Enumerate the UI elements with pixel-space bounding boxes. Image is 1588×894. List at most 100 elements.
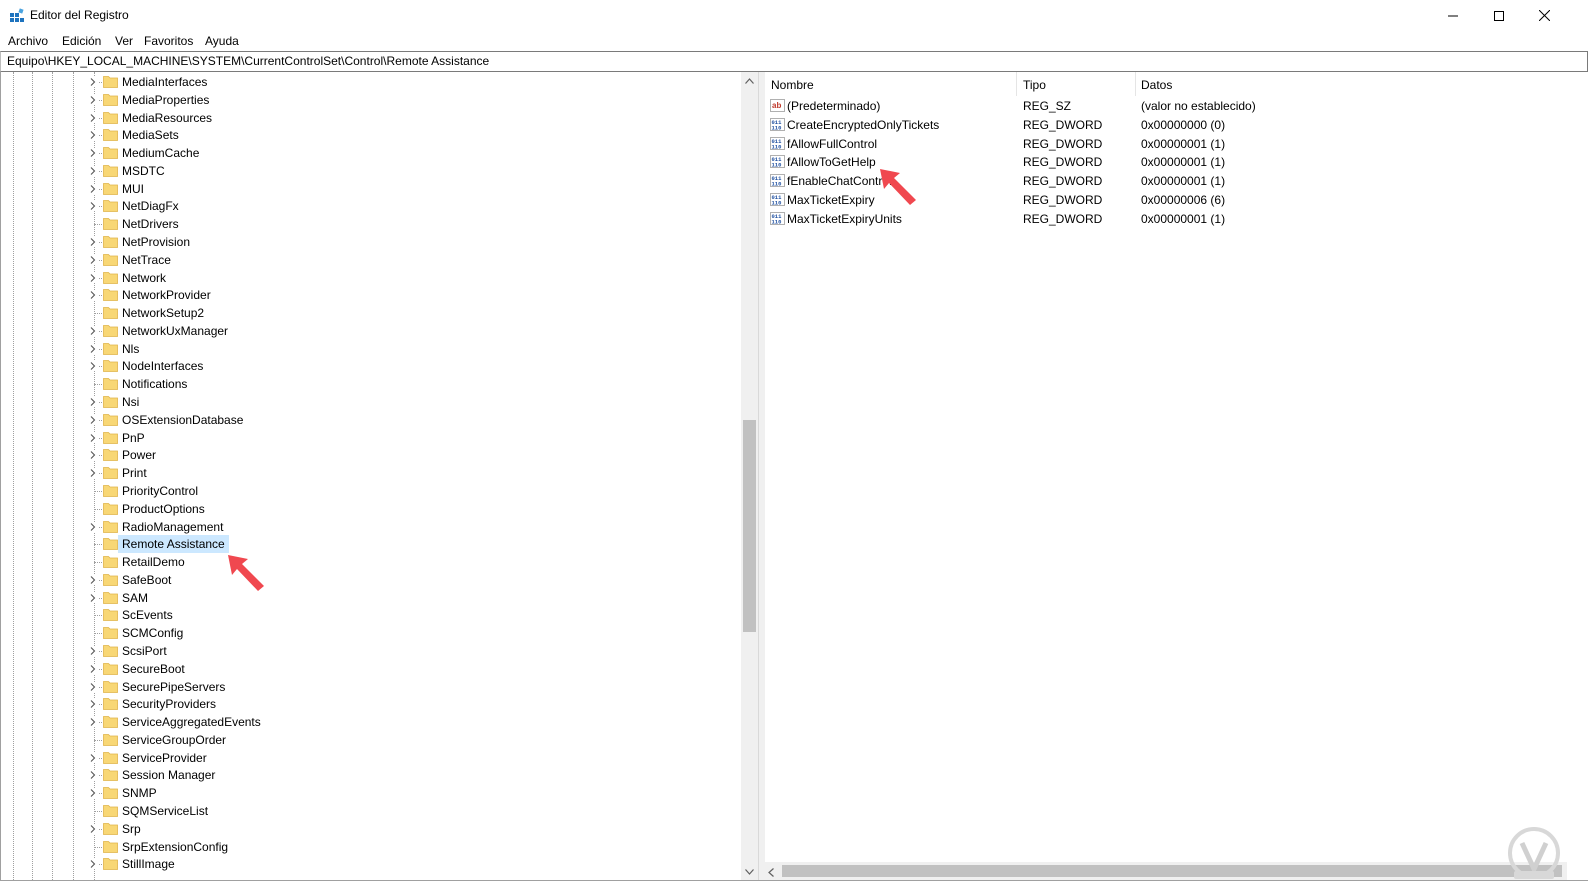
tree-item[interactable]: MediaSets [1, 126, 742, 144]
chevron-right-icon[interactable] [88, 165, 98, 176]
tree-item[interactable]: NetworkSetup2 [1, 304, 742, 322]
chevron-right-icon[interactable] [88, 468, 98, 479]
tree-item[interactable]: OSExtensionDatabase [1, 411, 742, 429]
column-header-type[interactable]: Tipo [1023, 78, 1046, 92]
menu-ayuda[interactable]: Ayuda [205, 34, 239, 48]
close-button[interactable] [1521, 0, 1567, 31]
chevron-right-icon[interactable] [88, 183, 98, 194]
chevron-right-icon[interactable] [88, 681, 98, 692]
tree-item[interactable]: SecureBoot [1, 660, 742, 678]
tree-item[interactable]: SNMP [1, 784, 742, 802]
chevron-right-icon[interactable] [88, 325, 98, 336]
tree-item[interactable]: SecurePipeServers [1, 678, 742, 696]
chevron-right-icon[interactable] [88, 770, 98, 781]
tree-item[interactable]: SQMServiceList [1, 802, 742, 820]
tree-item[interactable]: MediaProperties [1, 91, 742, 109]
chevron-right-icon[interactable] [88, 645, 98, 656]
tree-item[interactable]: ServiceGroupOrder [1, 731, 742, 749]
tree-item[interactable]: Power [1, 446, 742, 464]
tree-item[interactable]: ServiceProvider [1, 749, 742, 767]
menu-ver[interactable]: Ver [115, 34, 133, 48]
tree-item[interactable]: MSDTC [1, 162, 742, 180]
scroll-down-button[interactable] [741, 863, 758, 880]
chevron-right-icon[interactable] [88, 343, 98, 354]
chevron-right-icon[interactable] [88, 397, 98, 408]
scroll-left-button[interactable] [768, 866, 774, 880]
tree-item[interactable]: PriorityControl [1, 482, 742, 500]
tree-item[interactable]: MediaInterfaces [1, 73, 742, 91]
tree-item[interactable]: ScsiPort [1, 642, 742, 660]
tree-item[interactable]: Nls [1, 340, 742, 358]
tree-item[interactable]: RetailDemo [1, 553, 742, 571]
tree-vertical-scrollbar[interactable] [741, 72, 758, 880]
tree-item[interactable]: ProductOptions [1, 500, 742, 518]
tree-item[interactable]: Print [1, 464, 742, 482]
tree-item[interactable]: Notifications [1, 375, 742, 393]
chevron-right-icon[interactable] [88, 272, 98, 283]
tree-item[interactable]: NetworkUxManager [1, 322, 742, 340]
address-path[interactable]: Equipo\HKEY_LOCAL_MACHINE\SYSTEM\Current… [7, 54, 489, 68]
tree-item[interactable]: NetDiagFx [1, 197, 742, 215]
tree-item[interactable]: Remote Assistance [1, 535, 742, 554]
column-divider[interactable] [1135, 72, 1136, 96]
column-divider[interactable] [1016, 72, 1017, 96]
chevron-right-icon[interactable] [88, 237, 98, 248]
tree-item[interactable]: ServiceAggregatedEvents [1, 713, 742, 731]
chevron-right-icon[interactable] [88, 699, 98, 710]
tree-item[interactable]: Nsi [1, 393, 742, 411]
scroll-thumb[interactable] [743, 420, 756, 632]
tree-item[interactable]: NodeInterfaces [1, 357, 742, 375]
chevron-right-icon[interactable] [88, 77, 98, 87]
value-row[interactable]: 011 110 fAllowFullControl REG_DWORD 0x000000… [765, 135, 1567, 154]
chevron-right-icon[interactable] [88, 361, 98, 372]
chevron-right-icon[interactable] [88, 414, 98, 425]
scroll-thumb[interactable] [782, 865, 1562, 877]
chevron-right-icon[interactable] [88, 450, 98, 461]
value-row[interactable]: 011 110 CreateEncryptedOnlyTickets REG_DWOR… [765, 116, 1567, 135]
tree-item[interactable]: MediumCache [1, 144, 742, 162]
column-header-name[interactable]: Nombre [771, 78, 814, 92]
tree-item[interactable]: NetTrace [1, 251, 742, 269]
address-bar[interactable]: Equipo\HKEY_LOCAL_MACHINE\SYSTEM\Current… [0, 51, 1588, 72]
menu-edicion[interactable]: Edición [62, 34, 101, 48]
tree-item[interactable]: Network [1, 269, 742, 287]
tree-item[interactable]: SafeBoot [1, 571, 742, 589]
chevron-right-icon[interactable] [88, 112, 98, 123]
chevron-right-icon[interactable] [88, 254, 98, 265]
tree-item[interactable]: SrpExtensionConfig [1, 838, 742, 856]
chevron-right-icon[interactable] [88, 592, 98, 603]
scroll-up-button[interactable] [741, 72, 758, 89]
list-horizontal-scrollbar[interactable] [765, 862, 1567, 880]
chevron-right-icon[interactable] [88, 432, 98, 443]
chevron-right-icon[interactable] [88, 130, 98, 141]
minimize-button[interactable] [1430, 0, 1476, 31]
chevron-right-icon[interactable] [88, 290, 98, 301]
tree-item[interactable]: SCMConfig [1, 624, 742, 642]
tree-item[interactable]: RadioManagement [1, 518, 742, 536]
chevron-right-icon[interactable] [88, 859, 98, 870]
value-row[interactable]: 011 110 MaxTicketExpiryUnits REG_DWORD 0x000… [765, 210, 1567, 229]
tree-item[interactable]: SAM [1, 589, 742, 607]
tree-item[interactable]: StillImage [1, 855, 742, 873]
tree-item[interactable]: PnP [1, 429, 742, 447]
chevron-right-icon[interactable] [88, 94, 98, 105]
chevron-right-icon[interactable] [88, 752, 98, 763]
chevron-right-icon[interactable] [88, 823, 98, 834]
chevron-right-icon[interactable] [88, 717, 98, 728]
tree-item[interactable]: NetProvision [1, 233, 742, 251]
tree-item[interactable]: NetDrivers [1, 215, 742, 233]
chevron-right-icon[interactable] [88, 788, 98, 799]
tree-item[interactable]: ScEvents [1, 606, 742, 624]
chevron-right-icon[interactable] [88, 201, 98, 212]
tree-item[interactable]: Session Manager [1, 766, 742, 784]
menu-favoritos[interactable]: Favoritos [144, 34, 193, 48]
value-row[interactable]: ab (Predeterminado) REG_SZ (valor no establ… [765, 97, 1567, 116]
key-tree-pane[interactable]: MediaInterfaces MediaProperties MediaResou… [0, 72, 742, 880]
chevron-right-icon[interactable] [88, 148, 98, 159]
tree-item[interactable]: SecurityProviders [1, 695, 742, 713]
maximize-button[interactable] [1476, 0, 1522, 31]
chevron-right-icon[interactable] [88, 663, 98, 674]
chevron-right-icon[interactable] [88, 521, 98, 532]
tree-item[interactable]: MUI [1, 180, 742, 198]
tree-item[interactable]: MediaResources [1, 109, 742, 127]
